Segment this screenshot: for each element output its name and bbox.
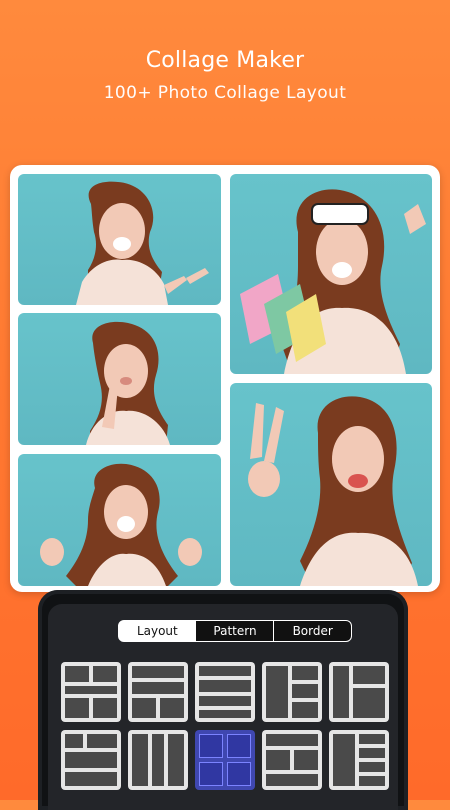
person-illustration xyxy=(86,321,170,445)
person-illustration xyxy=(40,463,202,586)
tab-border[interactable]: Border xyxy=(274,621,351,641)
layout-option[interactable] xyxy=(262,662,322,722)
photo-woman-cheering[interactable] xyxy=(18,454,221,586)
layout-option[interactable] xyxy=(262,730,322,790)
photo-woman-thinking[interactable] xyxy=(18,313,221,445)
editor-tab-switch: Layout Pattern Border xyxy=(118,620,352,642)
tab-layout[interactable]: Layout xyxy=(119,621,197,641)
layout-grid xyxy=(61,662,395,790)
person-illustration xyxy=(248,396,418,586)
person-illustration xyxy=(240,189,426,374)
layout-option-selected[interactable] xyxy=(195,730,255,790)
editor-phone-mockup: Layout Pattern Border xyxy=(38,590,408,810)
collage-preview xyxy=(10,165,440,592)
person-illustration xyxy=(76,181,209,305)
layout-option[interactable] xyxy=(195,662,255,722)
layout-option[interactable] xyxy=(329,662,389,722)
photo-woman-peace-sign-wink[interactable] xyxy=(230,383,432,586)
layout-option[interactable] xyxy=(61,730,121,790)
hero-title: Collage Maker xyxy=(145,48,305,73)
layout-option[interactable] xyxy=(61,662,121,722)
layout-option[interactable] xyxy=(128,730,188,790)
hero: Collage Maker 100+ Photo Collage Layout xyxy=(0,48,450,103)
photo-woman-pointing[interactable] xyxy=(18,174,221,305)
editor-panel: Layout Pattern Border xyxy=(48,604,398,810)
photo-woman-shopping-bags-sunglasses[interactable] xyxy=(230,174,432,374)
layout-option[interactable] xyxy=(128,662,188,722)
tab-pattern[interactable]: Pattern xyxy=(196,621,275,641)
hero-subtitle: 100+ Photo Collage Layout xyxy=(103,83,347,103)
layout-option[interactable] xyxy=(329,730,389,790)
